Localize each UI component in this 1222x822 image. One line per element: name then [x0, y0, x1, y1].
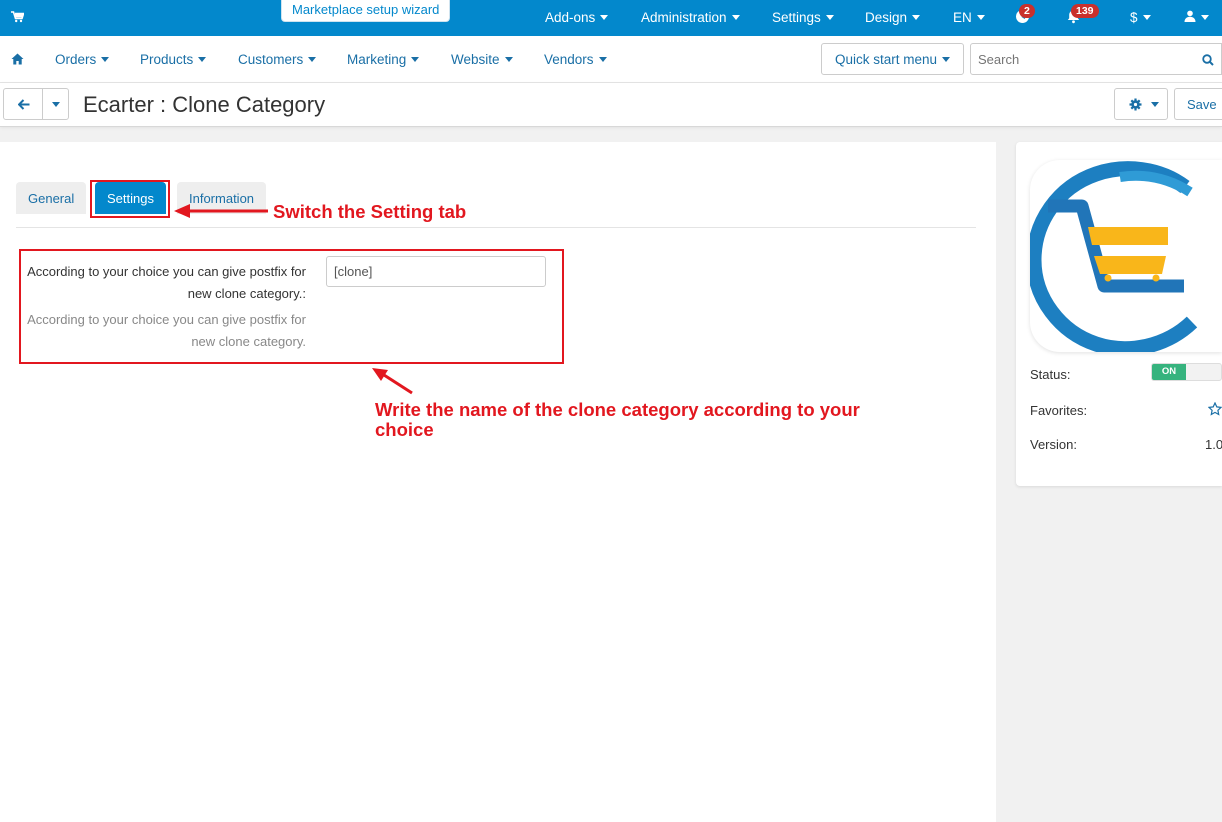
currency-menu[interactable]: $ [1130, 10, 1151, 25]
nav-orders[interactable]: Orders [55, 52, 110, 67]
marketplace-setup-wizard-button[interactable]: Marketplace setup wizard [281, 0, 451, 22]
chevron-down-icon [504, 57, 513, 62]
chevron-down-icon [411, 57, 420, 62]
language-menu[interactable]: EN [953, 10, 985, 25]
tab-general[interactable]: General [16, 182, 87, 214]
language-menu-label: EN [953, 10, 972, 25]
settings-menu-label: Settings [772, 10, 821, 25]
user-icon [1184, 10, 1196, 22]
settings-menu[interactable]: Settings [772, 10, 834, 25]
annotation-switch-tab: Switch the Setting tab [273, 201, 467, 222]
home-icon[interactable] [11, 53, 24, 68]
title-bar: Ecarter : Clone Category Save [0, 83, 1222, 127]
nav-website[interactable]: Website [451, 52, 513, 67]
favorites-label: Favorites: [1030, 403, 1088, 418]
chevron-down-icon [942, 57, 951, 62]
save-button[interactable]: Save [1174, 88, 1222, 120]
chevron-down-icon [52, 102, 60, 107]
chevron-down-icon [1151, 102, 1159, 107]
notification-count-badge: 139 [1071, 4, 1099, 18]
chevron-down-icon [976, 15, 985, 20]
top-bar: Marketplace setup wizard Add-ons Adminis… [0, 0, 1222, 36]
status-label: Status: [1030, 367, 1071, 382]
version-value: 1.0 [1205, 437, 1222, 452]
gear-icon [1129, 98, 1142, 111]
quick-start-menu-label: Quick start menu [835, 52, 938, 67]
news-count-badge: 2 [1019, 4, 1035, 18]
annotation-arrow-left [174, 204, 268, 218]
settings-tab-highlight [90, 180, 170, 218]
nav-products[interactable]: Products [140, 52, 207, 67]
chevron-down-icon [198, 57, 207, 62]
chevron-down-icon [912, 15, 921, 20]
nav-marketing[interactable]: Marketing [347, 52, 420, 67]
settings-gear-button[interactable] [1114, 88, 1168, 120]
status-toggle-on: ON [1152, 364, 1186, 380]
postfix-field-highlight [19, 249, 564, 364]
arrow-left-icon [18, 99, 30, 110]
annotation-arrow-up [372, 368, 413, 395]
search-icon [1202, 54, 1214, 66]
nav-orders-label: Orders [55, 52, 97, 67]
back-history-dropdown[interactable] [42, 88, 69, 120]
chevron-down-icon [598, 57, 607, 62]
nav-vendors[interactable]: Vendors [544, 52, 607, 67]
page-title: Ecarter : Clone Category [83, 92, 326, 117]
nav-vendors-label: Vendors [544, 52, 594, 67]
administration-menu-label: Administration [641, 10, 727, 25]
administration-menu[interactable]: Administration [641, 10, 740, 25]
status-toggle[interactable]: ON [1151, 363, 1222, 381]
star-icon[interactable] [1207, 401, 1222, 419]
addon-logo [1030, 160, 1222, 352]
cart-icon[interactable] [11, 11, 25, 26]
currency-menu-label: $ [1130, 10, 1138, 25]
nav-products-label: Products [140, 52, 194, 67]
chevron-down-icon [1201, 15, 1209, 20]
chevron-down-icon [1142, 15, 1151, 20]
main-content: General Settings Information According t… [0, 142, 996, 822]
nav-customers[interactable]: Customers [238, 52, 317, 67]
search-field [970, 43, 1192, 75]
addons-menu[interactable]: Add-ons [545, 10, 609, 25]
design-menu-label: Design [865, 10, 908, 25]
nav-website-label: Website [451, 52, 500, 67]
design-menu[interactable]: Design [865, 10, 921, 25]
annotation-write-name: Write the name of the clone category acc… [375, 399, 860, 440]
tabs-divider [16, 227, 976, 228]
main-navigation: Orders Products Customers Marketing Webs… [0, 36, 1222, 83]
chevron-down-icon [731, 15, 740, 20]
quick-start-menu-button[interactable]: Quick start menu [821, 43, 964, 75]
search-button[interactable] [1191, 43, 1222, 75]
back-button[interactable] [3, 88, 43, 120]
nav-customers-label: Customers [238, 52, 304, 67]
user-menu[interactable] [1184, 10, 1209, 25]
chevron-down-icon [101, 57, 110, 62]
chevron-down-icon [825, 15, 834, 20]
nav-marketing-label: Marketing [347, 52, 407, 67]
version-label: Version: [1030, 437, 1077, 452]
chevron-down-icon [308, 57, 317, 62]
search-input[interactable] [971, 44, 1191, 74]
addons-menu-label: Add-ons [545, 10, 596, 25]
chevron-down-icon [600, 15, 609, 20]
addon-info-panel: Status: ON Favorites: Version: 1.0 [1016, 142, 1222, 486]
